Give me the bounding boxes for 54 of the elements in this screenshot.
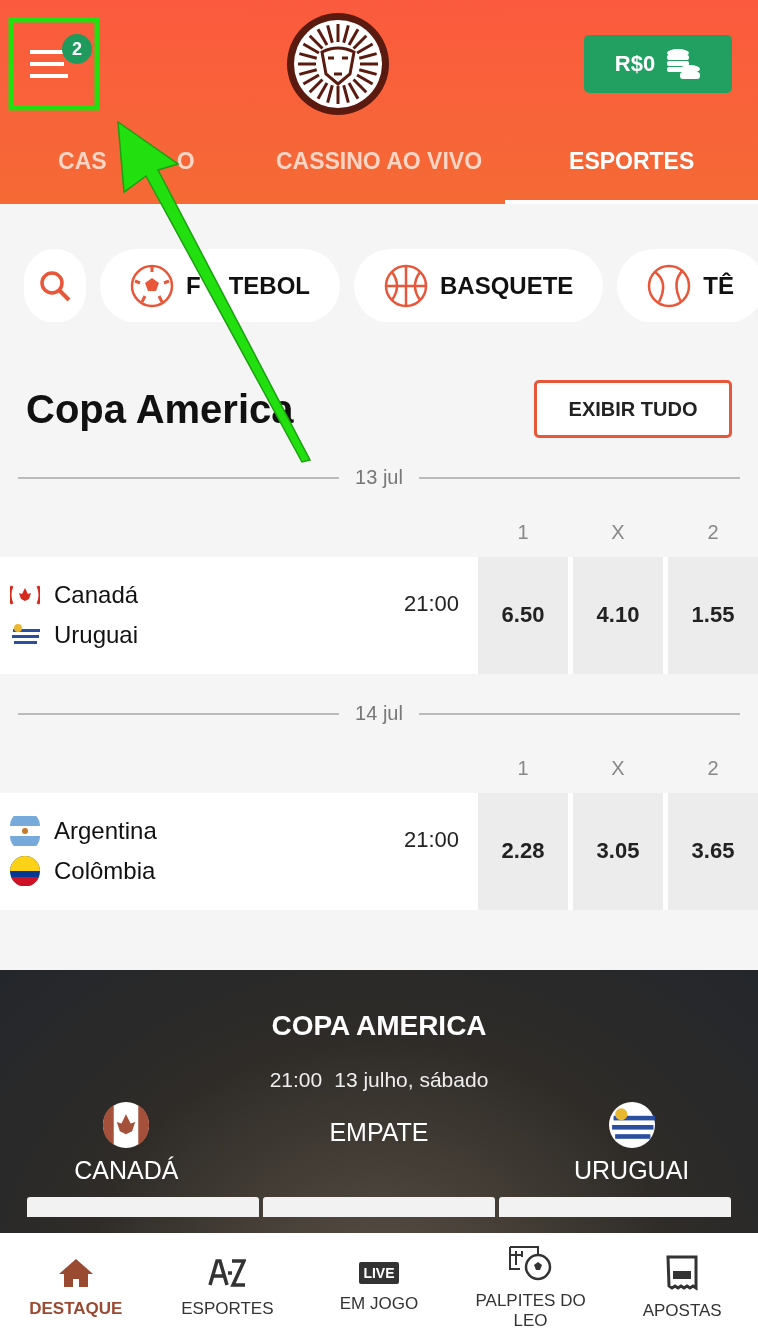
date-label: 13 jul — [355, 466, 403, 490]
odds-button[interactable] — [27, 1197, 259, 1217]
tennis-ball-icon — [647, 263, 692, 308]
bottom-nav-item[interactable]: ESPORTES — [151, 1256, 304, 1321]
banner-time: 21:00 — [269, 1068, 323, 1092]
column-label: 2 — [706, 520, 720, 546]
column-label: 2 — [706, 756, 720, 782]
match-time: 21:00 — [403, 825, 460, 854]
team-name: Argentina — [54, 817, 157, 846]
odds-button[interactable]: 1.55 — [668, 556, 758, 675]
column-label: 1 — [516, 520, 530, 546]
sport-chip[interactable]: BASQUETE — [354, 248, 604, 323]
a-z-icon — [208, 1257, 247, 1290]
flag-icon — [608, 1102, 655, 1148]
odds-button[interactable]: 4.10 — [573, 556, 663, 675]
odds-button[interactable] — [263, 1197, 495, 1217]
flag-icon — [103, 1102, 150, 1148]
flag-icon — [10, 816, 40, 847]
column-label: X — [610, 520, 626, 546]
odds-button[interactable]: 3.05 — [573, 792, 663, 910]
date-label: 14 jul — [355, 702, 403, 726]
sport-chip[interactable]: F TEBOL — [100, 248, 340, 323]
team-name: Canadá — [54, 581, 139, 610]
soccer-ball-icon — [130, 263, 174, 308]
team-name: URUGUAI — [574, 1156, 690, 1185]
match-time: 21:00 — [403, 589, 460, 618]
banner-date: 13 julho, sábado — [334, 1068, 489, 1092]
sport-chip[interactable]: TÊ — [617, 248, 758, 323]
coins-icon — [665, 47, 702, 81]
team-name: Uruguai — [54, 621, 139, 650]
team-name: Colômbia — [54, 857, 156, 886]
notification-badge: 2 — [62, 34, 92, 64]
flag-icon — [10, 856, 40, 887]
search-icon — [39, 269, 71, 302]
live-badge: LIVE — [359, 1262, 399, 1285]
basketball-icon — [384, 263, 428, 308]
goal-ball-icon — [507, 1245, 554, 1282]
banner-title: COPA AMERICA — [271, 1010, 487, 1042]
odds-button[interactable]: 2.28 — [478, 792, 568, 910]
bottom-nav-item[interactable]: LIVE EM JOGO — [303, 1261, 455, 1316]
bottom-nav-item[interactable]: PALPITES DO LEO — [454, 1244, 607, 1333]
odds-button[interactable] — [499, 1197, 731, 1217]
bottom-nav-item[interactable]: DESTAQUE — [0, 1256, 152, 1321]
menu-icon — [30, 49, 68, 79]
bottom-nav-item[interactable]: APOSTAS — [606, 1254, 758, 1323]
menu-button[interactable]: 2 — [28, 34, 92, 94]
column-label: 1 — [516, 756, 530, 782]
odds-button[interactable]: 3.65 — [668, 792, 758, 910]
odds-button[interactable]: 6.50 — [478, 556, 568, 675]
column-label: X — [610, 756, 626, 782]
draw-label: EMPATE — [329, 1118, 429, 1147]
team-name: CANADÁ — [74, 1156, 179, 1185]
show-all-button[interactable]: EXIBIR TUDO — [534, 380, 732, 439]
receipt-icon — [665, 1255, 700, 1292]
